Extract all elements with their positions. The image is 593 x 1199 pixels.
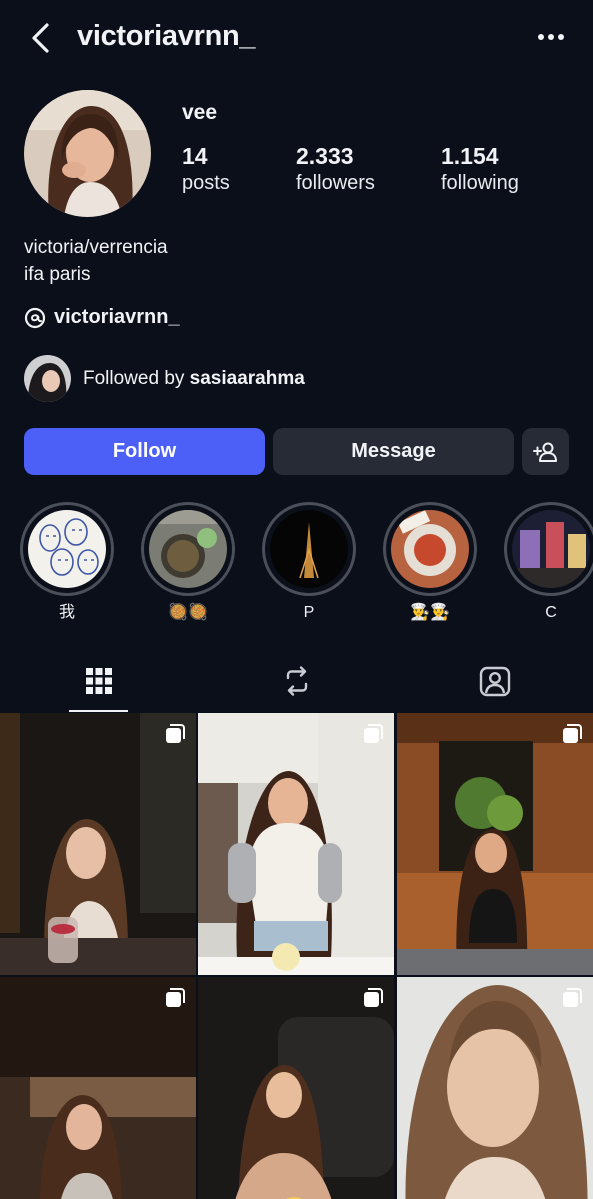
bio-line: ifa paris [24,264,91,285]
highlight-ring [141,502,235,596]
post-thumbnail[interactable] [198,977,394,1199]
highlight-cover [149,510,227,588]
message-button[interactable]: Message [273,428,514,475]
followed-by-prefix: Followed by [83,367,185,389]
highlight-ring [20,502,114,596]
display-name: vee [182,101,218,124]
more-horizontal-icon[interactable] [531,22,571,52]
profile-username: victoriavrnn_ [77,20,256,52]
multiple-posts-icon [364,724,383,743]
highlight-ring [262,502,356,596]
post-thumbnail[interactable] [0,977,196,1199]
chevron-left-icon[interactable] [26,20,56,56]
story-highlight[interactable]: 👨‍🍳👨‍🍳 [383,502,477,623]
highlight-caption: P [303,604,315,621]
highlight-caption: 🥘🥘 [168,604,208,621]
highlight-cover [28,510,106,588]
posts-stat[interactable]: 14 posts [182,142,230,196]
story-highlight[interactable]: 我 [20,502,114,623]
tab-posts-grid[interactable] [0,650,197,712]
reels-repost-icon [286,666,307,696]
followers-stat[interactable]: 2.333 followers [296,142,375,196]
bio: victoria/verrencia ifa paris [24,234,168,288]
posts-count: 14 [182,143,208,169]
story-highlight[interactable]: C [504,502,593,623]
suggested-people-button[interactable] [522,428,569,475]
add-person-icon [532,442,557,462]
multiple-posts-icon [563,988,582,1007]
multiple-posts-icon [166,988,185,1007]
highlight-caption: 我 [58,604,75,621]
followed-by-user: sasiaarahma [189,367,305,389]
highlight-cover [391,510,469,588]
story-highlight[interactable]: P [262,502,356,623]
post-thumbnail[interactable] [198,713,394,975]
follow-button[interactable]: Follow [24,428,265,475]
highlight-ring [383,502,477,596]
highlight-cover [270,510,348,588]
multiple-posts-icon [563,724,582,743]
story-highlight[interactable]: 🥘🥘 [141,502,235,623]
post-thumbnail[interactable] [397,977,593,1199]
highlight-ring [504,502,593,596]
highlight-caption: 👨‍🍳👨‍🍳 [410,604,450,621]
threads-icon [24,307,46,328]
following-count: 1.154 [441,143,499,169]
tab-tagged[interactable] [396,650,593,712]
followers-label: followers [296,172,375,194]
threads-link[interactable]: victoriavrnn_ [24,306,180,329]
multiple-posts-icon [364,988,383,1007]
post-thumbnail[interactable] [397,713,593,975]
following-label: following [441,172,519,194]
threads-handle: victoriavrnn_ [54,306,180,328]
bio-line: victoria/verrencia [24,237,168,258]
multiple-posts-icon [166,724,185,743]
highlight-caption: C [545,604,557,621]
post-thumbnail[interactable] [0,713,196,975]
followers-count: 2.333 [296,143,354,169]
tagged-person-icon [479,666,510,697]
tab-reposts[interactable] [198,650,395,712]
highlight-cover [512,510,590,588]
mutual-follower-avatar [24,355,71,402]
profile-avatar[interactable] [24,90,151,217]
profile-tabs [0,650,593,712]
followed-by[interactable]: Followed by sasiaarahma [24,355,305,402]
posts-label: posts [182,172,230,194]
following-stat[interactable]: 1.154 following [441,142,519,196]
top-bar: victoriavrnn_ [0,0,593,78]
grid-icon [85,668,112,694]
